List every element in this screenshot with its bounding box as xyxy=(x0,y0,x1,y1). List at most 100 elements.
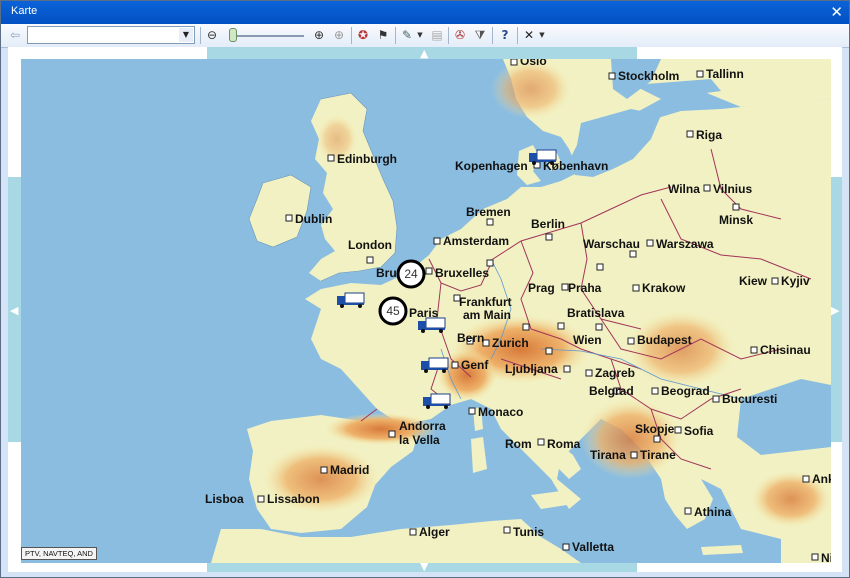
city-label: Lissabon xyxy=(267,492,320,506)
help-icon[interactable]: ? xyxy=(497,27,513,44)
city-label: Kopenhagen xyxy=(455,159,528,173)
city-label: Kyjiv xyxy=(781,274,810,288)
edit-icon[interactable]: ✎ xyxy=(399,27,415,44)
map-window: Karte ✕ ⇦ ▼ ⊖ ⊕ ⊕ ✪ ⚑ ✎ ▼ ▤ ✇ ⧩ ? ✕ ▼ ◤ … xyxy=(0,0,850,578)
city-label: Frankfurt xyxy=(459,295,512,309)
zoom-slider-thumb[interactable] xyxy=(229,28,237,42)
separator xyxy=(200,27,201,44)
city-label: London xyxy=(348,238,392,252)
cluster-count: 45 xyxy=(386,304,400,318)
separator xyxy=(517,27,518,44)
compass-icon[interactable]: ✇ xyxy=(452,27,468,44)
search-combobox[interactable]: ▼ xyxy=(27,26,195,44)
pan-left-icon[interactable]: ◀ xyxy=(10,305,18,316)
separator xyxy=(448,27,449,44)
zoom-extent-icon[interactable]: ⊕ xyxy=(331,27,347,44)
delete-dropdown-icon[interactable]: ▼ xyxy=(537,27,547,44)
city-label: Ank xyxy=(812,472,831,486)
zoom-out-icon[interactable]: ⊖ xyxy=(204,27,220,44)
back-arrow-icon[interactable]: ⇦ xyxy=(7,27,23,44)
city-label: Bratislava xyxy=(567,306,625,320)
mountains-alps-west xyxy=(437,349,497,401)
close-button[interactable]: ✕ xyxy=(830,3,843,21)
city-label: Madrid xyxy=(330,463,369,477)
route-icon[interactable]: ✪ xyxy=(355,27,371,44)
city-label: Bruxelles xyxy=(435,266,489,280)
city-label: Kiew xyxy=(739,274,768,288)
city-label: Skopje xyxy=(635,422,675,436)
city-label: Bucuresti xyxy=(722,392,777,406)
city-label: Ljubljana xyxy=(505,362,558,376)
separator xyxy=(395,27,396,44)
city-label: Alger xyxy=(419,525,450,539)
city-label: Tunis xyxy=(513,525,544,539)
city-label: Roma xyxy=(547,437,581,451)
pan-right-icon[interactable]: ▶ xyxy=(831,305,839,316)
city-label: Bru xyxy=(376,266,397,280)
city-label: Genf xyxy=(461,358,489,372)
zoom-slider-track[interactable] xyxy=(236,35,304,37)
city-label: Lisboa xyxy=(205,492,244,506)
pan-up-right-icon[interactable]: ◥ xyxy=(830,48,838,59)
city-label: Rom xyxy=(505,437,532,451)
city-label: Dublin xyxy=(295,212,332,226)
city-label: Minsk xyxy=(719,213,753,227)
city-label: Warszawa xyxy=(656,237,714,251)
toolbar: ⇦ ▼ ⊖ ⊕ ⊕ ✪ ⚑ ✎ ▼ ▤ ✇ ⧩ ? ✕ ▼ xyxy=(1,24,849,48)
edit-dropdown-icon[interactable]: ▼ xyxy=(415,27,425,44)
dropdown-arrow-icon[interactable]: ▼ xyxy=(179,28,193,42)
map-copyright: PTV, NAVTEQ, AND xyxy=(21,547,97,560)
cluster-marker[interactable]: 24 xyxy=(396,259,426,289)
zoom-in-icon[interactable]: ⊕ xyxy=(311,27,327,44)
city-label: Bremen xyxy=(466,205,511,219)
city-label: Athina xyxy=(694,505,732,519)
window-title: Karte xyxy=(11,5,38,17)
city-label: Budapest xyxy=(637,333,692,347)
cluster-count: 24 xyxy=(404,267,418,281)
title-bar: Karte ✕ xyxy=(1,1,849,24)
city-label: Riga xyxy=(696,128,722,142)
city-label: Bern xyxy=(457,331,484,345)
city-label: Krakow xyxy=(642,281,686,295)
pan-up-icon[interactable]: ▲ xyxy=(420,48,428,59)
city-label: Warschau xyxy=(583,237,640,251)
city-label: Valletta xyxy=(572,540,614,554)
pan-up-left-icon[interactable]: ◤ xyxy=(9,48,17,59)
city-label: Tallinn xyxy=(706,67,744,81)
mountains-scandinavia xyxy=(491,59,571,119)
pan-down-right-icon[interactable]: ◢ xyxy=(830,560,838,571)
city-label: Wilna xyxy=(668,182,700,196)
city-label: Tirana xyxy=(590,448,626,462)
pan-down-left-icon[interactable]: ◣ xyxy=(9,560,17,571)
layers-icon[interactable]: ▤ xyxy=(429,27,445,44)
city-label: Edinburgh xyxy=(337,152,397,166)
city-label: Zurich xyxy=(492,336,529,350)
city-label: Belgrad xyxy=(589,384,634,398)
city-label: Zagreb xyxy=(595,366,635,380)
city-label: Beograd xyxy=(661,384,710,398)
filter-icon[interactable]: ⧩ xyxy=(472,27,488,44)
city-label: Wien xyxy=(573,333,602,347)
checkered-flag-icon[interactable]: ⚑ xyxy=(375,27,391,44)
city-label: Monaco xyxy=(478,405,523,419)
city-label: Vilnius xyxy=(713,182,752,196)
city-label: Oslo xyxy=(520,59,547,68)
city-label: Chisinau xyxy=(760,343,811,357)
cluster-marker[interactable]: 45 xyxy=(378,296,408,326)
city-label: Praha xyxy=(568,281,602,295)
city-label: Ni xyxy=(821,551,831,563)
city-label: Andorra xyxy=(399,419,446,433)
city-label: am Main xyxy=(463,308,511,322)
mountains-balkans xyxy=(581,399,681,479)
separator xyxy=(492,27,493,44)
europe-map[interactable]: Oslo Stockholm Tallinn Riga Edinburgh Ko… xyxy=(21,59,831,563)
city-label: Stockholm xyxy=(618,69,679,83)
city-label: Amsterdam xyxy=(443,234,509,248)
city-label: Berlin xyxy=(531,217,565,231)
city-label: la Vella xyxy=(399,433,440,447)
separator xyxy=(351,27,352,44)
delete-icon[interactable]: ✕ xyxy=(521,27,537,44)
city-label: Sofia xyxy=(684,424,714,438)
city-label: Tirane xyxy=(640,448,676,462)
city-label: Prag xyxy=(528,281,555,295)
